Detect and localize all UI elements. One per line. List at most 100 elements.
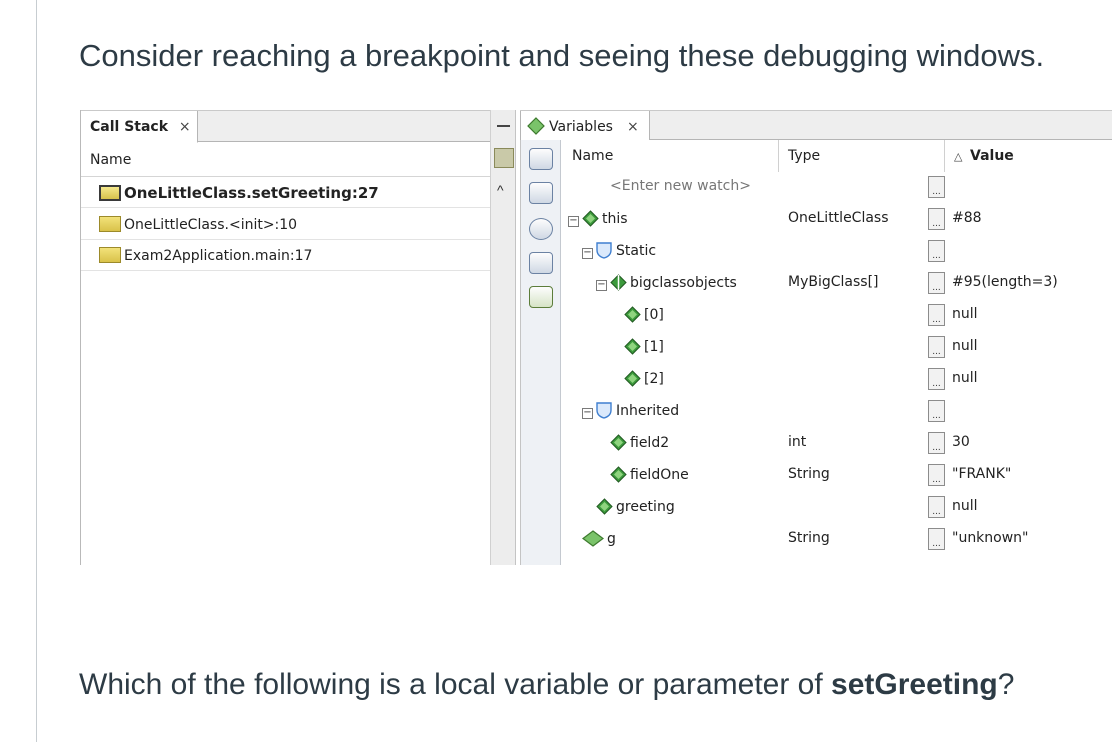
var-value: null	[952, 498, 978, 514]
call-stack-tool-icon[interactable]	[494, 148, 514, 168]
new-watch-input[interactable]: <Enter new watch>	[610, 178, 751, 194]
frame-icon	[99, 247, 121, 263]
frame-icon	[99, 216, 121, 232]
ellipsis-button[interactable]: ...	[928, 400, 945, 422]
ellipsis-button[interactable]: ...	[928, 304, 945, 326]
var-name: g	[607, 531, 616, 547]
column-separator[interactable]	[778, 140, 779, 172]
ellipsis-button[interactable]: ...	[928, 496, 945, 518]
tab-variables-label: Variables	[549, 119, 613, 135]
collapse-icon[interactable]: −	[582, 248, 593, 259]
question-body: Which of the following is a local variab…	[79, 668, 1014, 702]
show-classes-icon[interactable]	[529, 252, 553, 274]
var-type: String	[788, 466, 830, 482]
frame-label: OneLittleClass.setGreeting:27	[124, 184, 379, 202]
call-stack-frame[interactable]: OneLittleClass.setGreeting:27	[81, 177, 491, 208]
column-name[interactable]: Name	[572, 148, 613, 164]
field-diamond-icon	[624, 306, 641, 323]
ellipsis-button[interactable]: ...	[928, 368, 945, 390]
ellipsis-button[interactable]: ...	[928, 336, 945, 358]
var-name: [1]	[644, 339, 664, 355]
static-field-diamond-icon	[610, 274, 627, 291]
frame-label: OneLittleClass.<init>:10	[124, 217, 298, 233]
tab-call-stack[interactable]: Call Stack ×	[81, 111, 198, 143]
var-name: [0]	[644, 307, 664, 323]
tree-row[interactable]: greeting ... null	[562, 492, 1112, 524]
tree-row[interactable]: − Static ...	[562, 236, 1112, 268]
tree-row[interactable]: field2 int ... 30	[562, 428, 1112, 460]
close-icon[interactable]: ×	[179, 119, 191, 135]
collapse-icon[interactable]: −	[568, 216, 579, 227]
question-prefix: Which of the following is a local variab…	[79, 668, 832, 701]
collapse-icon[interactable]: −	[596, 280, 607, 291]
tree-row[interactable]: fieldOne String ... "FRANK"	[562, 460, 1112, 492]
question-suffix: ?	[997, 668, 1015, 701]
var-value: null	[952, 370, 978, 386]
current-frame-icon	[99, 185, 121, 201]
new-watch-icon[interactable]	[529, 148, 553, 170]
var-value: "FRANK"	[952, 466, 1012, 482]
var-value: #95(length=3)	[952, 274, 1058, 290]
question-intro: Consider reaching a breakpoint and seein…	[79, 38, 1045, 73]
call-stack-frame[interactable]: Exam2Application.main:17	[81, 240, 491, 271]
question-method-name: setGreeting	[831, 668, 998, 701]
tree-row[interactable]: g String ... "unknown"	[562, 524, 1112, 556]
var-value: null	[952, 338, 978, 354]
variables-header: Name Type △ Value	[562, 140, 1112, 172]
var-type: OneLittleClass	[788, 210, 889, 226]
tab-variables[interactable]: Variables ×	[520, 111, 650, 141]
call-stack-column-name[interactable]: Name	[81, 143, 491, 177]
var-type: int	[788, 434, 807, 450]
collapse-icon[interactable]: −	[582, 408, 593, 419]
field-diamond-icon	[582, 210, 599, 227]
call-stack-panel: Call Stack × Name OneLittleClass.setGree…	[80, 110, 491, 565]
tab-call-stack-label: Call Stack	[90, 119, 169, 135]
variables-panel: Variables × Name Type △ Value <Enter new …	[520, 110, 1112, 565]
field-diamond-icon	[624, 338, 641, 355]
tree-row[interactable]: − Inherited ...	[562, 396, 1112, 428]
tree-row[interactable]: [1] ... null	[562, 332, 1112, 364]
call-stack-frame[interactable]: OneLittleClass.<init>:10	[81, 209, 491, 240]
watch-expression-icon[interactable]	[529, 182, 553, 204]
close-icon[interactable]: ×	[627, 119, 639, 135]
tree-row[interactable]: − this OneLittleClass ... #88	[562, 204, 1112, 236]
var-name: Inherited	[616, 403, 680, 419]
call-stack-side-column: ^	[490, 110, 516, 565]
var-type: String	[788, 530, 830, 546]
field-diamond-icon	[624, 370, 641, 387]
variables-toolbar	[520, 140, 561, 565]
var-name: field2	[630, 435, 670, 451]
column-value[interactable]: Value	[970, 148, 1014, 164]
watch-row[interactable]: <Enter new watch> ...	[562, 172, 1112, 204]
minimize-icon[interactable]	[497, 125, 510, 127]
field-diamond-icon	[610, 466, 627, 483]
var-name: [2]	[644, 371, 664, 387]
var-value: #88	[952, 210, 982, 226]
add-breakpoint-icon[interactable]	[529, 218, 553, 240]
ellipsis-button[interactable]: ...	[928, 240, 945, 262]
var-type: MyBigClass[]	[788, 274, 879, 290]
field-diamond-icon	[596, 498, 613, 515]
inherited-shield-icon	[596, 402, 612, 419]
ellipsis-button[interactable]: ...	[928, 272, 945, 294]
ellipsis-button[interactable]: ...	[928, 432, 945, 454]
ellipsis-button[interactable]: ...	[928, 528, 945, 550]
column-separator[interactable]	[944, 140, 945, 172]
ellipsis-button[interactable]: ...	[928, 464, 945, 486]
sort-ascending-icon[interactable]: △	[954, 150, 962, 163]
column-type[interactable]: Type	[788, 148, 820, 164]
field-diamond-icon	[610, 434, 627, 451]
var-name: bigclassobjects	[630, 275, 737, 291]
var-value: null	[952, 306, 978, 322]
tree-row[interactable]: [2] ... null	[562, 364, 1112, 396]
ellipsis-button[interactable]: ...	[928, 176, 945, 198]
page-left-rule	[36, 0, 37, 742]
scroll-up-icon[interactable]: ^	[497, 182, 504, 198]
ellipsis-button[interactable]: ...	[928, 208, 945, 230]
tree-row[interactable]: [0] ... null	[562, 300, 1112, 332]
export-icon[interactable]	[529, 286, 553, 308]
var-name: fieldOne	[630, 467, 689, 483]
frame-label: Exam2Application.main:17	[124, 248, 313, 264]
tree-row[interactable]: − bigclassobjects MyBigClass[] ... #95(le…	[562, 268, 1112, 300]
var-value: "unknown"	[952, 530, 1029, 546]
